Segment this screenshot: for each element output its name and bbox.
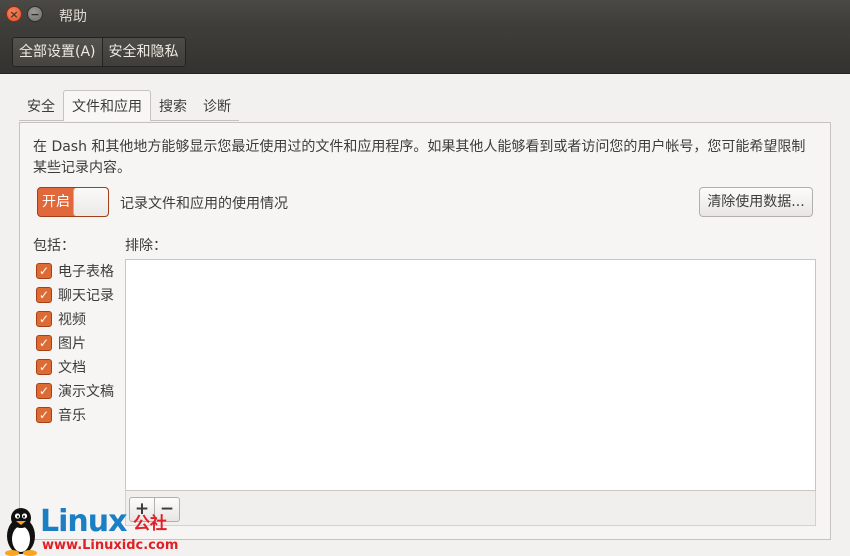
exclude-list-toolbar: [125, 491, 816, 526]
checkbox-label: 图片: [58, 336, 86, 352]
watermark-suffix: 公社: [133, 514, 167, 534]
close-window-button[interactable]: ×: [6, 6, 22, 22]
include-spreadsheets[interactable]: ✓ 电子表格: [36, 262, 114, 280]
include-heading: 包括：: [33, 238, 75, 254]
checkbox-label: 文档: [58, 360, 86, 376]
include-presentations[interactable]: ✓ 演示文稿: [36, 382, 114, 400]
checkbox-label: 音乐: [58, 408, 86, 424]
checkbox-checked-icon[interactable]: ✓: [36, 263, 52, 279]
checkbox-label: 电子表格: [58, 264, 114, 280]
record-usage-switch[interactable]: 开启: [37, 187, 109, 217]
checkbox-checked-icon[interactable]: ✓: [36, 407, 52, 423]
watermark-logo: Linux 公社 www.Linuxidc.com: [2, 505, 182, 556]
description-text: 在 Dash 和其他地方能够显示您最近使用过的文件和应用程序。如果其他人能够看到…: [33, 139, 806, 176]
include-music[interactable]: ✓ 音乐: [36, 406, 86, 424]
checkbox-checked-icon[interactable]: ✓: [36, 383, 52, 399]
clear-usage-data-button[interactable]: 清除使用数据...: [699, 187, 813, 217]
toolbar: 全部设置(A) 安全和隐私: [0, 30, 850, 74]
tab-bar: 安全 文件和应用 搜索 诊断: [19, 90, 239, 122]
breadcrumb: 全部设置(A) 安全和隐私: [12, 37, 186, 67]
penguin-icon: [5, 508, 37, 556]
include-videos[interactable]: ✓ 视频: [36, 310, 86, 328]
checkbox-label: 聊天记录: [58, 288, 114, 304]
checkbox-checked-icon[interactable]: ✓: [36, 359, 52, 375]
checkbox-checked-icon[interactable]: ✓: [36, 335, 52, 351]
checkbox-checked-icon[interactable]: ✓: [36, 287, 52, 303]
watermark-url: www.Linuxidc.com: [42, 538, 179, 553]
record-usage-label: 记录文件和应用的使用情况: [120, 196, 288, 212]
switch-knob[interactable]: [73, 188, 108, 216]
minimize-window-button[interactable]: −: [27, 6, 43, 22]
breadcrumb-all-settings[interactable]: 全部设置(A): [13, 38, 102, 66]
include-documents[interactable]: ✓ 文档: [36, 358, 86, 376]
checkbox-checked-icon[interactable]: ✓: [36, 311, 52, 327]
exclude-heading: 排除：: [125, 238, 167, 254]
breadcrumb-security-privacy[interactable]: 安全和隐私: [101, 38, 185, 66]
minimize-icon: −: [30, 7, 40, 21]
checkbox-label: 演示文稿: [58, 384, 114, 400]
watermark-linux-text: Linux: [40, 504, 127, 539]
include-pictures[interactable]: ✓ 图片: [36, 334, 86, 352]
title-bar: × − 帮助: [0, 0, 850, 30]
switch-state-label: 开启: [42, 194, 70, 210]
exclude-list[interactable]: [125, 259, 816, 491]
window-title: 帮助: [59, 9, 87, 25]
include-chat-logs[interactable]: ✓ 聊天记录: [36, 286, 114, 304]
tab-search[interactable]: 搜索: [151, 92, 195, 121]
tab-files-apps[interactable]: 文件和应用: [63, 90, 151, 121]
tab-diagnostics[interactable]: 诊断: [195, 92, 239, 121]
close-icon: ×: [9, 7, 19, 21]
checkbox-label: 视频: [58, 312, 86, 328]
tab-security[interactable]: 安全: [19, 92, 63, 121]
